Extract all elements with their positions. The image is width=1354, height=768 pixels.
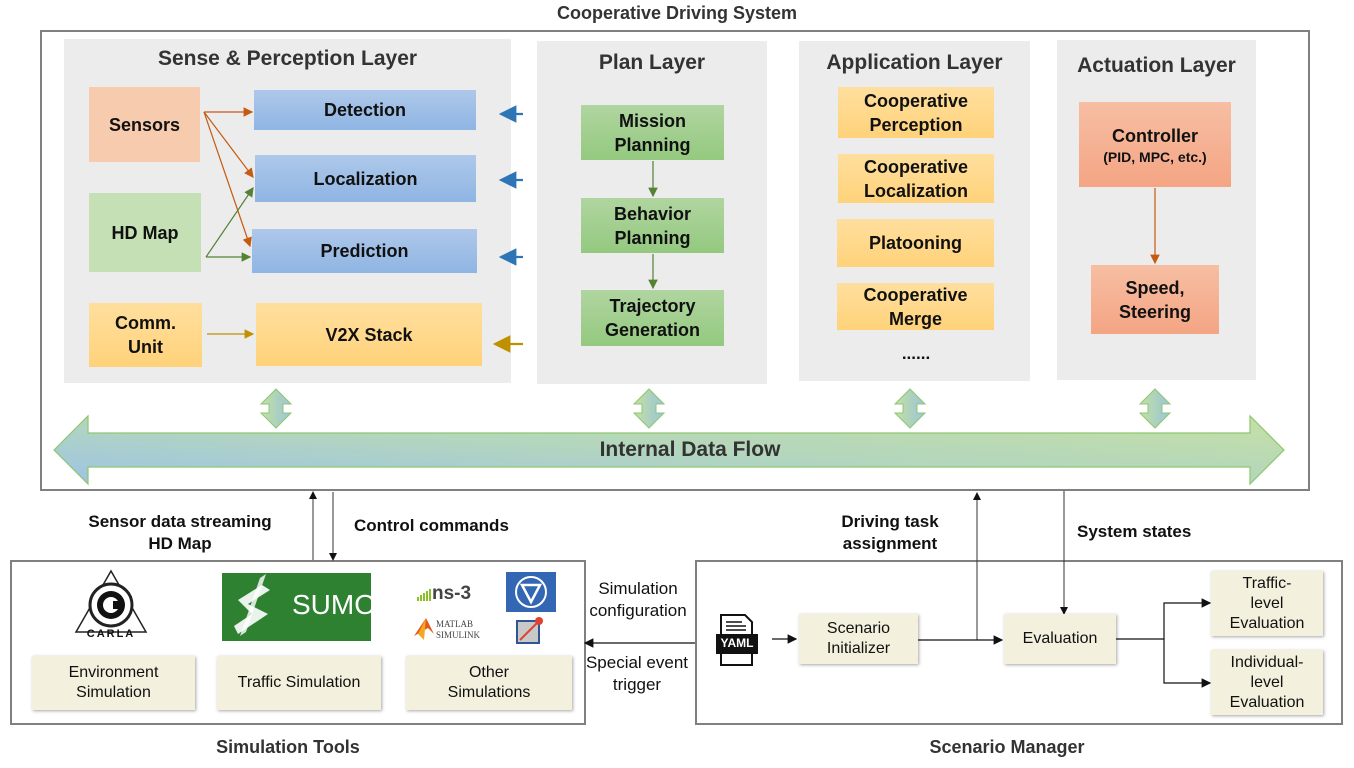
sensor-stream-label: Sensor data streaming HD Map bbox=[70, 511, 290, 555]
application-ellipsis: ...... bbox=[901, 344, 931, 363]
behavior-planning-line1: Behavior bbox=[613, 203, 692, 224]
simulation-tools-title: Simulation Tools bbox=[216, 737, 360, 757]
sim-config-line2: configuration bbox=[589, 601, 687, 620]
plan-layer-title: Plan Layer bbox=[598, 51, 706, 74]
trajectory-generation-line2: Generation bbox=[604, 320, 701, 340]
mission-planning-line1: Mission bbox=[618, 110, 686, 131]
sensor-stream-line2: HD Map bbox=[148, 534, 212, 553]
mission-planning-box[interactable]: Mission Planning bbox=[581, 105, 724, 160]
special-event-line2: trigger bbox=[612, 675, 662, 694]
coop-localization-line1: Cooperative bbox=[863, 156, 969, 177]
other-sim-line1: Other bbox=[468, 664, 509, 681]
coop-perception-line2: Perception bbox=[869, 114, 963, 135]
behavior-planning-line2: Planning bbox=[614, 227, 691, 248]
individual-eval-line3: Evaluation bbox=[1229, 693, 1305, 711]
comm-unit-line2: Unit bbox=[128, 337, 163, 357]
other-sim-line2: Simulations bbox=[447, 684, 531, 701]
special-event-label: Special event trigger bbox=[578, 652, 696, 696]
coop-merge-line1: Cooperative bbox=[863, 284, 968, 305]
controller-box[interactable]: Controller (PID, MPC, etc.) bbox=[1079, 102, 1231, 187]
sense-layer-title: Sense & Perception Layer bbox=[157, 47, 418, 70]
v2x-stack-box[interactable]: V2X Stack bbox=[256, 303, 482, 366]
scenario-initializer-box[interactable]: Scenario Initializer bbox=[799, 614, 918, 664]
ns3-logo-text: ns-3 bbox=[432, 583, 472, 604]
trajectory-generation-box[interactable]: Trajectory Generation bbox=[581, 290, 724, 346]
matlab-logo-text: MATLAB SIMULINK bbox=[436, 619, 480, 641]
controller-line1: Controller bbox=[1111, 125, 1198, 146]
control-commands-label: Control commands bbox=[354, 516, 509, 535]
sensors-box[interactable]: Sensors bbox=[89, 87, 200, 162]
system-title: Cooperative Driving System bbox=[556, 3, 798, 23]
sumo-logo-text: SUMO bbox=[292, 589, 376, 620]
speed-steering-line1: Speed, bbox=[1125, 277, 1185, 298]
environment-simulation-box[interactable]: Environment Simulation bbox=[32, 656, 195, 710]
traffic-eval-line3: Evaluation bbox=[1229, 614, 1305, 632]
comm-unit-box[interactable]: Comm. Unit bbox=[89, 303, 202, 367]
individual-level-evaluation-box[interactable]: Individual- level Evaluation bbox=[1211, 650, 1323, 715]
hd-map-box[interactable]: HD Map bbox=[89, 193, 201, 272]
evaluation-box[interactable]: Evaluation bbox=[1004, 614, 1116, 664]
cooperative-localization-box[interactable]: Cooperative Localization bbox=[838, 154, 994, 203]
driving-task-line1: Driving task bbox=[841, 512, 939, 531]
detection-box[interactable]: Detection bbox=[254, 90, 476, 130]
driving-task-label: Driving task assignment bbox=[822, 511, 958, 555]
application-layer-title: Application Layer bbox=[826, 51, 1003, 74]
cooperative-merge-box[interactable]: Cooperative Merge bbox=[837, 283, 994, 330]
mission-planning-line2: Planning bbox=[614, 134, 691, 155]
speed-steering-box[interactable]: Speed, Steering bbox=[1091, 265, 1219, 334]
cooperative-perception-box[interactable]: Cooperative Perception bbox=[838, 87, 994, 138]
carla-logo-text: CARLA bbox=[86, 628, 136, 640]
platooning-box[interactable]: Platooning bbox=[837, 219, 994, 267]
driving-task-line2: assignment bbox=[842, 534, 938, 553]
localization-box[interactable]: Localization bbox=[255, 155, 476, 202]
matlab-text: MATLAB bbox=[436, 619, 474, 629]
coop-merge-line2: Merge bbox=[888, 308, 942, 329]
traffic-eval-line1: Traffic- bbox=[1242, 574, 1292, 592]
special-event-line1: Special event bbox=[585, 653, 689, 672]
traffic-level-evaluation-box[interactable]: Traffic- level Evaluation bbox=[1211, 571, 1323, 636]
comm-unit-line1: Comm. bbox=[114, 313, 176, 333]
speed-steering-line2: Steering bbox=[1118, 301, 1192, 322]
yaml-icon-text: YAML bbox=[720, 636, 754, 650]
sensor-stream-line1: Sensor data streaming bbox=[88, 512, 272, 531]
individual-eval-line2: level bbox=[1250, 673, 1284, 691]
prediction-box[interactable]: Prediction bbox=[252, 229, 477, 273]
sim-config-line1: Simulation bbox=[598, 579, 678, 598]
internal-data-flow-label: Internal Data Flow bbox=[599, 438, 781, 461]
behavior-planning-box[interactable]: Behavior Planning bbox=[581, 198, 724, 253]
other-simulations-box[interactable]: Other Simulations bbox=[406, 656, 572, 710]
coop-perception-line1: Cooperative bbox=[863, 90, 969, 111]
env-sim-line2: Simulation bbox=[76, 684, 151, 701]
coop-localization-line2: Localization bbox=[863, 180, 968, 201]
initializer-line2: Initializer bbox=[826, 640, 891, 657]
individual-eval-line1: Individual- bbox=[1230, 653, 1304, 671]
traffic-simulation-box[interactable]: Traffic Simulation bbox=[217, 656, 381, 710]
sim-config-label: Simulation configuration bbox=[580, 578, 696, 622]
actuation-layer-title: Actuation Layer bbox=[1077, 54, 1236, 77]
env-sim-line1: Environment bbox=[68, 664, 159, 681]
controller-line2: (PID, MPC, etc.) bbox=[1103, 148, 1207, 165]
traffic-eval-line2: level bbox=[1250, 594, 1284, 612]
trajectory-generation-line1: Trajectory bbox=[609, 296, 696, 316]
system-states-label: System states bbox=[1077, 522, 1192, 541]
initializer-line1: Scenario bbox=[826, 620, 891, 637]
simulink-text: SIMULINK bbox=[436, 630, 480, 640]
scenario-manager-title: Scenario Manager bbox=[929, 737, 1085, 757]
